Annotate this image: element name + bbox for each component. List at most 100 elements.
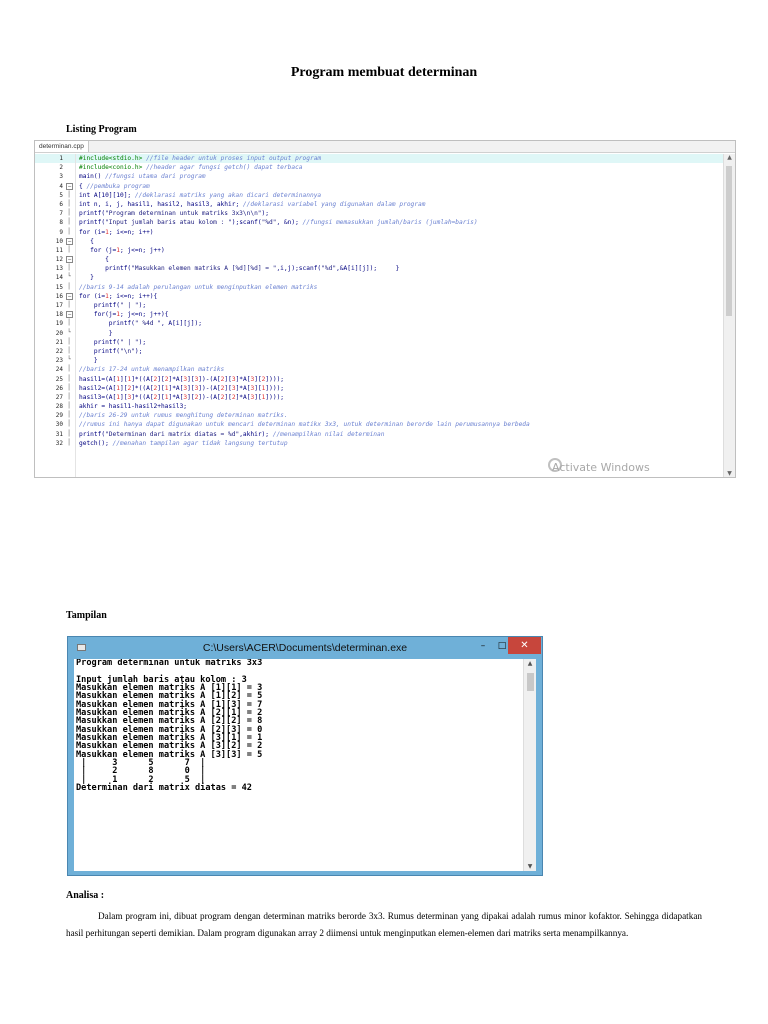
code-token: ][: [187, 393, 195, 401]
code-line[interactable]: 31 │ printf("Determinan dari matrix diatas…: [35, 430, 723, 439]
scroll-up-arrow-icon[interactable]: ▲: [724, 154, 735, 161]
code-line[interactable]: 3 main() //fungsi utama dari program: [35, 172, 723, 181]
code-line[interactable]: 13 │ printf("Masukkan elemen matriks A [%…: [35, 264, 723, 273]
code-line[interactable]: 4−{ //pembuka program: [35, 182, 723, 191]
fold-line-icon: │: [67, 346, 71, 354]
code-line[interactable]: 16− for (i=1; i<=n; i++){: [35, 292, 723, 301]
code-line[interactable]: 22 │ printf("\n");: [35, 347, 723, 356]
code-line[interactable]: 23 └ }: [35, 356, 723, 365]
code-line[interactable]: 24 │ //baris 17-24 untuk menampilkan matri…: [35, 365, 723, 374]
code-token: ]*A[: [168, 375, 184, 383]
code-line[interactable]: 27 │ hasil3=(A[1][3]*((A[2][1]*A[3][2])-(A…: [35, 393, 723, 402]
fold-toggle-icon[interactable]: −: [66, 182, 73, 190]
code-line[interactable]: 17 │ printf(" | ");: [35, 301, 723, 310]
line-number: 11: [55, 246, 63, 254]
fold-line-icon: │: [67, 227, 71, 235]
code-token: ][: [224, 393, 232, 401]
code-line[interactable]: 10− {: [35, 237, 723, 246]
line-number: 20: [55, 329, 63, 337]
line-number: 6: [59, 200, 63, 208]
fold-toggle-icon[interactable]: −: [66, 292, 73, 300]
code-token: ]*((A[: [131, 375, 154, 383]
code-line[interactable]: 29 │ //baris 26-29 untuk rumus menghitung …: [35, 411, 723, 420]
code-token: , A[i][j]);: [160, 320, 202, 328]
code-text: }: [79, 329, 113, 338]
fold-toggle-icon[interactable]: −: [66, 311, 73, 319]
code-text: }: [79, 273, 94, 282]
fold-end-icon: └: [67, 328, 71, 336]
code-token: ,i,j);scanf(: [276, 265, 322, 273]
code-text: int A[10][10]; //deklarasi matriks yang …: [79, 191, 321, 200]
code-line[interactable]: 2 #include<conio.h> //header agar fungsi …: [35, 163, 723, 172]
fold-line-icon: │: [67, 365, 71, 373]
scroll-up-arrow-icon[interactable]: ▲: [524, 660, 536, 667]
code-token: ][: [254, 393, 262, 401]
line-number: 13: [55, 265, 63, 273]
fold-end-icon: └: [67, 273, 71, 281]
code-line[interactable]: 21 │ printf(" | ");: [35, 338, 723, 347]
scroll-down-arrow-icon[interactable]: ▼: [724, 470, 735, 477]
fold-line-icon: │: [67, 319, 71, 327]
code-token: for (i=: [79, 228, 106, 236]
code-line[interactable]: 6 │ int n, i, j, hasil1, hasil2, hasil3, a…: [35, 200, 723, 209]
code-area[interactable]: 1 #include<stdio.h> //file header untuk p…: [35, 154, 723, 477]
code-text: #include<stdio.h> //file header untuk pr…: [79, 154, 321, 163]
code-token: ])));: [265, 393, 285, 401]
code-line[interactable]: 5 │ int A[10][10]; //deklarasi matriks yan…: [35, 191, 723, 200]
code-text: //baris 9-14 adalah perulangan untuk men…: [79, 283, 317, 292]
code-token: ][: [254, 384, 262, 392]
code-line[interactable]: 25 │ hasil1=(A[1][1]*((A[2][2]*A[3][3])-(A…: [35, 375, 723, 384]
editor-tab[interactable]: determinan.cpp: [35, 141, 89, 152]
code-line[interactable]: 1 #include<stdio.h> //file header untuk p…: [35, 154, 723, 164]
code-token: //file header untuk proses input output …: [146, 155, 322, 162]
code-line[interactable]: 12− {: [35, 255, 723, 264]
code-line[interactable]: 19 │ printf(" %4d ", A[i][j]);: [35, 319, 723, 328]
line-number: 4: [59, 182, 63, 190]
code-line[interactable]: 32 │ getch(); //menahan tampilan agar tida…: [35, 439, 723, 448]
fold-line-icon: │: [67, 392, 71, 400]
fold-end-icon: └: [67, 356, 71, 364]
code-line[interactable]: 30 │ //rumus ini hanya dapat digunakan unt…: [35, 420, 723, 429]
code-line[interactable]: 7 │ printf("Program determinan untuk matri…: [35, 209, 723, 218]
code-line[interactable]: 26 │ hasil2=(A[1][2]*((A[2][1]*A[3][3])-(A…: [35, 384, 723, 393]
code-token: ]*((A[: [131, 384, 154, 392]
code-token: hasil2=(A[: [79, 384, 117, 392]
fold-toggle-icon[interactable]: −: [66, 256, 73, 264]
console-scrollbar[interactable]: ▲ ▼: [523, 659, 536, 871]
fold-line-icon: │: [67, 420, 71, 428]
line-number: 31: [55, 430, 63, 438]
code-token: " %4d ": [134, 320, 161, 328]
code-line[interactable]: 9 │ for (i=1; i<=n; i++): [35, 228, 723, 237]
code-token: ; j<=n; j++){: [120, 311, 169, 319]
code-token: , &n);: [276, 219, 303, 227]
code-line[interactable]: 20 └ }: [35, 329, 723, 338]
code-token: ]*A[: [168, 384, 184, 392]
fold-toggle-icon[interactable]: −: [66, 237, 73, 245]
code-text: { //pembuka program: [79, 182, 150, 191]
close-button[interactable]: ✕: [508, 637, 541, 654]
code-text: //baris 17-24 untuk menampilkan matriks: [79, 365, 224, 374]
line-number: 21: [55, 338, 63, 346]
code-token: ,akhir);: [239, 430, 273, 438]
code-text: for (i=1; i<=n; i++){: [79, 292, 157, 301]
scrollbar-thumb[interactable]: [527, 673, 534, 691]
fold-line-icon: │: [67, 245, 71, 253]
code-line[interactable]: 15 │ //baris 9-14 adalah perulangan untuk …: [35, 283, 723, 292]
code-line[interactable]: 28 │ akhir = hasil1-hasil2+hasil3;: [35, 402, 723, 411]
code-token: ])));: [265, 375, 285, 383]
console-title: C:\Users\ACER\Documents\determinan.exe: [202, 642, 408, 654]
code-token: {: [79, 256, 109, 264]
scrollbar-thumb[interactable]: [726, 166, 732, 316]
editor-vertical-scrollbar[interactable]: ▲ ▼: [723, 154, 735, 477]
code-line[interactable]: 11 │ for (j=1; j<=n; j++): [35, 246, 723, 255]
code-token: ])-(A[: [198, 384, 221, 392]
code-line[interactable]: 18− for(j=1; j<=n; j++){: [35, 310, 723, 319]
code-token: }: [79, 329, 113, 337]
code-text: hasil3=(A[1][3]*((A[2][1]*A[3][2])-(A[2]…: [79, 393, 284, 402]
code-token: ; i<=n; i++){: [108, 292, 158, 300]
line-number: 29: [55, 412, 63, 420]
scroll-down-arrow-icon[interactable]: ▼: [524, 863, 536, 870]
code-token: " | ": [119, 338, 139, 346]
code-line[interactable]: 8 │ printf("Input jumlah baris atau kolom …: [35, 218, 723, 227]
code-line[interactable]: 14 └ }: [35, 273, 723, 282]
